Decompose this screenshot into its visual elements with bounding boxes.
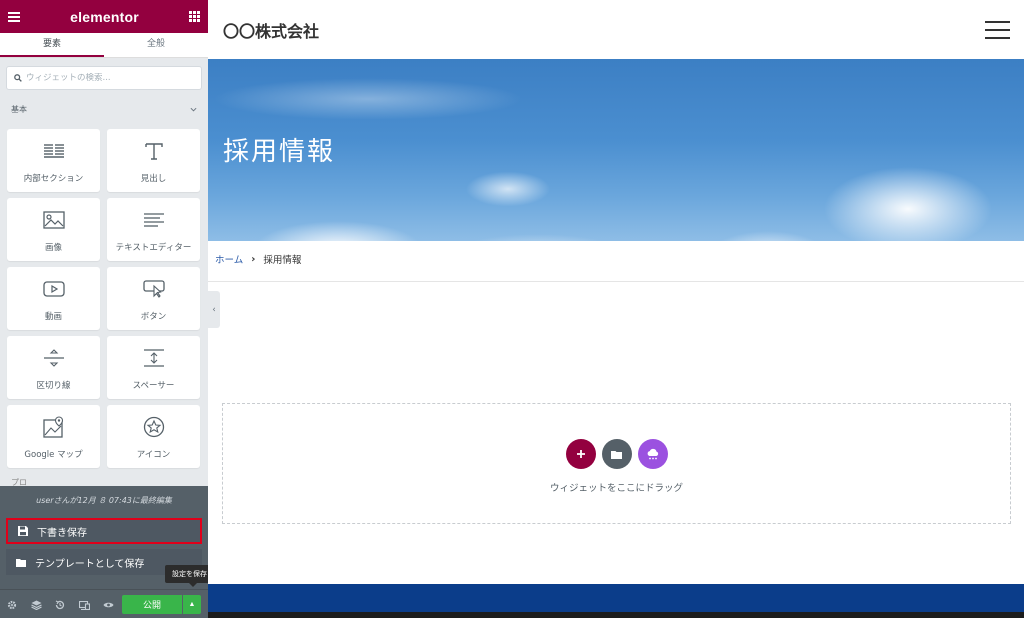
video-icon: [42, 278, 65, 300]
add-template-button[interactable]: [601, 439, 632, 469]
cloud-icon: [647, 448, 658, 460]
site-title[interactable]: 〇〇株式会社: [223, 18, 319, 42]
add-section-button[interactable]: [565, 439, 596, 469]
footer-bottom-bar: [208, 612, 1024, 618]
hero-banner: 採用情報: [208, 59, 1024, 241]
widget-heading[interactable]: 見出し: [107, 129, 200, 192]
widget-inner-section[interactable]: 内部セクション: [7, 129, 100, 192]
widget-label: ボタン: [140, 312, 167, 322]
heading-icon: [144, 140, 164, 162]
search-input[interactable]: [26, 73, 196, 83]
last-edit-info: userさんが12月 ８ 07:43に最終編集: [36, 496, 172, 505]
widget-label: 内部セクション: [23, 174, 84, 184]
chevron-down-icon: [190, 107, 197, 112]
plus-icon: [576, 450, 585, 458]
caret-up-icon: ▲: [188, 601, 196, 608]
folder-icon: [16, 558, 26, 567]
widget-drop-zone[interactable]: ウィジェットをここにドラッグ: [222, 403, 1011, 524]
responsive-icon[interactable]: [72, 595, 96, 615]
site-header: 〇〇株式会社: [208, 0, 1024, 59]
breadcrumb: ホーム › 採用情報: [215, 252, 302, 267]
category-label: 基本: [11, 104, 27, 114]
hero-title: 採用情報: [223, 137, 336, 167]
panel-header: elementor: [0, 0, 208, 33]
widget-icon[interactable]: アイコン: [107, 405, 200, 468]
page-preview: 〇〇株式会社 採用情報 ホーム › 採用情報 ウィジェットをここにドラッグ: [208, 0, 1024, 618]
widget-google-map[interactable]: Google マップ: [7, 405, 100, 468]
widget-label: テキストエディター: [115, 243, 192, 253]
breadcrumb-separator: ›: [251, 253, 256, 265]
history-icon[interactable]: [48, 595, 72, 615]
drop-zone-text: ウィジェットをここにドラッグ: [549, 483, 683, 494]
image-icon: [42, 209, 65, 231]
save-draft-button[interactable]: 下書き保存: [6, 518, 202, 544]
widget-label: Google マップ: [24, 450, 83, 460]
breadcrumb-current: 採用情報: [263, 255, 302, 266]
chevron-left-icon: ‹: [212, 304, 216, 315]
widget-grid: 内部セクション 見出し 画像 テキストエディター 動画 ボタン 区切り線 スペー…: [7, 129, 201, 468]
widget-divider[interactable]: 区切り線: [7, 336, 100, 399]
text-editor-icon: [143, 209, 165, 231]
map-icon: [42, 416, 65, 438]
kit-library-button[interactable]: [637, 439, 668, 469]
divider: [208, 281, 1024, 282]
menu-icon[interactable]: [8, 11, 20, 22]
button-icon: [142, 278, 165, 300]
collapse-panel-handle[interactable]: ‹: [208, 291, 220, 328]
elementor-logo: elementor: [70, 8, 139, 25]
widget-label: 画像: [44, 243, 62, 253]
save-icon: [18, 526, 28, 536]
save-settings-tooltip: 設定を保存: [165, 565, 214, 587]
navigator-icon[interactable]: [24, 595, 48, 615]
widgets-grid-icon[interactable]: [189, 11, 200, 22]
save-draft-label: 下書き保存: [37, 527, 87, 539]
breadcrumb-home-link[interactable]: ホーム: [215, 252, 243, 266]
folder-icon: [611, 450, 622, 459]
divider-icon: [43, 347, 65, 369]
star-icon: [143, 416, 165, 438]
inner-section-icon: [43, 140, 65, 162]
tab-elements[interactable]: 要素: [0, 33, 104, 57]
widget-image[interactable]: 画像: [7, 198, 100, 261]
settings-icon[interactable]: [0, 595, 24, 615]
widget-label: 見出し: [140, 174, 167, 184]
widget-label: アイコン: [136, 450, 171, 460]
panel-footer: 公開 ▲: [0, 589, 208, 618]
publish-button[interactable]: 公開: [122, 595, 182, 614]
drop-zone-buttons: [565, 439, 668, 469]
widget-button[interactable]: ボタン: [107, 267, 200, 330]
save-template-label: テンプレートとして保存: [35, 558, 145, 570]
category-header[interactable]: 基本: [0, 102, 208, 116]
widget-text-editor[interactable]: テキストエディター: [107, 198, 200, 261]
editor-panel: elementor 要素 全般 基本 内部セクション 見出し: [0, 0, 208, 618]
preview-icon[interactable]: [96, 595, 120, 615]
spacer-icon: [143, 347, 165, 369]
search-icon: [14, 74, 22, 82]
tab-global[interactable]: 全般: [104, 33, 208, 57]
widget-label: 動画: [44, 312, 62, 322]
panel-tabs: 要素 全般: [0, 33, 208, 58]
widget-label: 区切り線: [36, 381, 71, 391]
widget-label: スペーサー: [132, 381, 175, 391]
widget-search: [6, 66, 202, 90]
hamburger-menu-icon[interactable]: [985, 20, 1010, 39]
save-options-toggle[interactable]: ▲: [183, 595, 201, 614]
widget-video[interactable]: 動画: [7, 267, 100, 330]
widget-spacer[interactable]: スペーサー: [107, 336, 200, 399]
